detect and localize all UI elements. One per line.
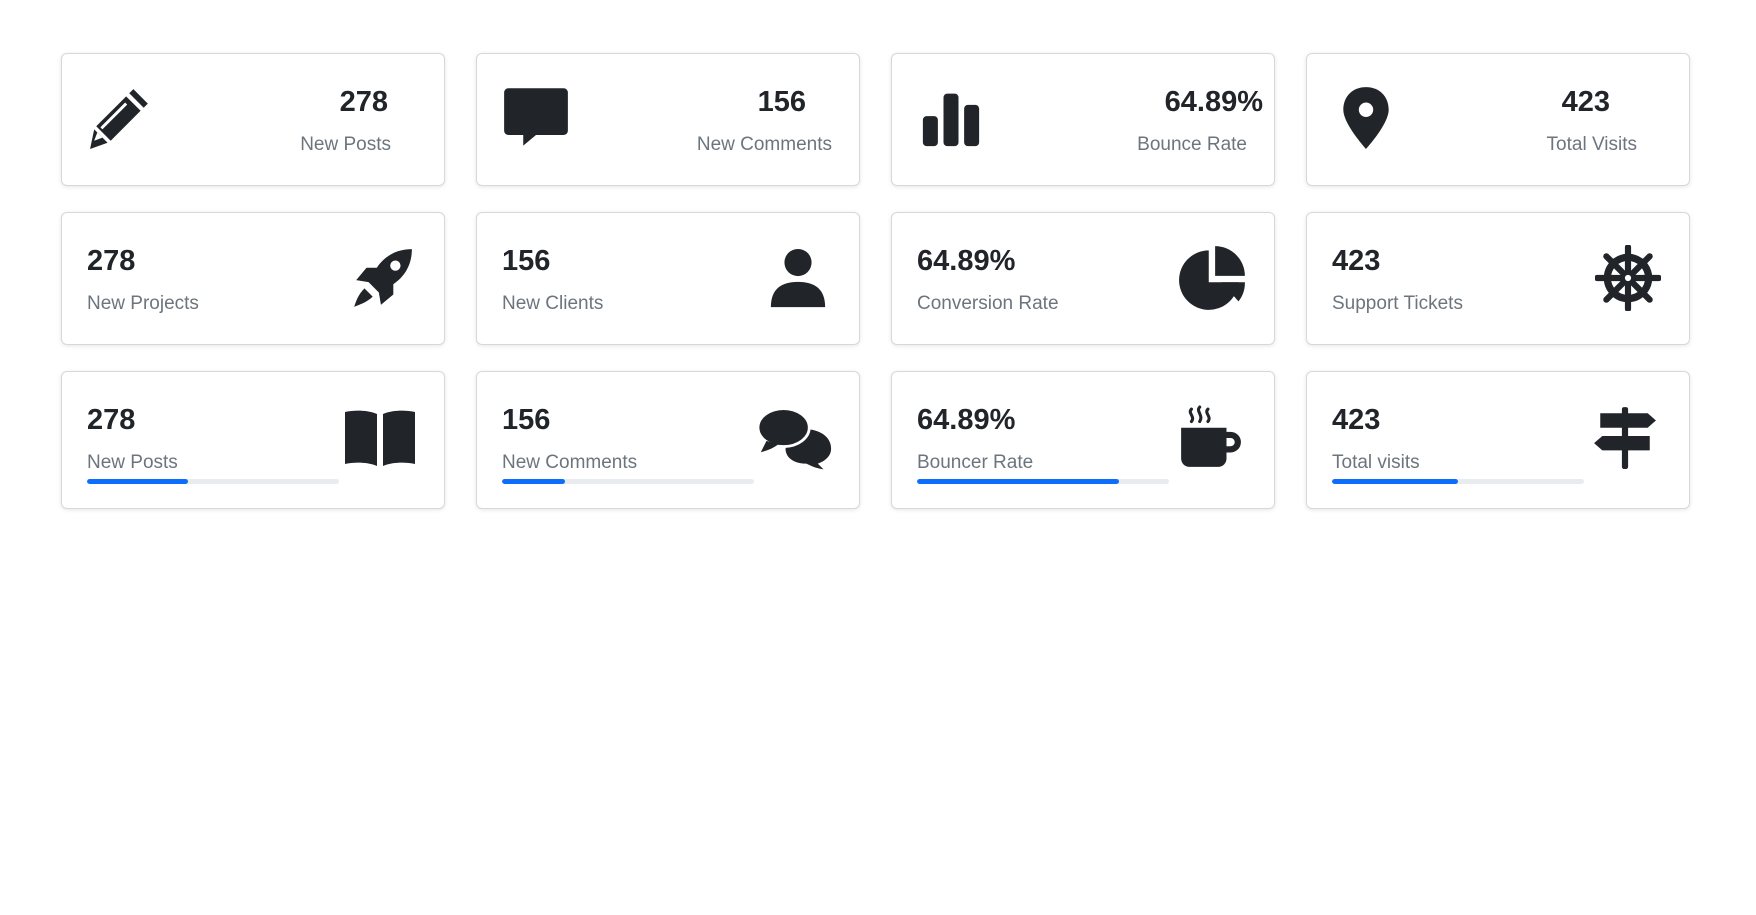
stat-value: 423 [1332, 245, 1381, 277]
stat-label: New Comments [502, 452, 638, 473]
stat-card-total-visits: 423 Total Visits [1306, 53, 1690, 186]
stat-card-bouncer-rate-progress: 64.89% Bouncer Rate [891, 371, 1275, 509]
stat-value: 156 [502, 245, 551, 277]
stats-row-2: 278 New Projects 156 New Clients 64.89% … [61, 212, 1690, 345]
stat-value: 156 [502, 404, 551, 436]
bar-chart-icon [917, 84, 985, 152]
stat-label: New Posts [87, 452, 178, 473]
comments-icon [757, 402, 833, 474]
user-icon [763, 243, 833, 313]
stat-label: Support Tickets [1332, 293, 1463, 314]
stat-label: New Comments [696, 134, 832, 155]
stat-card-new-projects: 278 New Projects [61, 212, 445, 345]
stat-label: Total Visits [1546, 134, 1637, 155]
stat-value: 64.89% [917, 404, 1016, 436]
coffee-icon [1172, 402, 1248, 474]
book-open-icon [342, 402, 418, 474]
stat-card-conversion-rate: 64.89% Conversion Rate [891, 212, 1275, 345]
stats-row-3: 278 New Posts 156 New Comments 64.89% Bo… [61, 371, 1690, 509]
stat-value: 423 [1561, 86, 1610, 118]
progress-fill [87, 479, 188, 484]
stat-value: 278 [87, 404, 136, 436]
progress-bar [87, 479, 339, 484]
progress-fill [1332, 479, 1458, 484]
stat-card-total-visits-progress: 423 Total visits [1306, 371, 1690, 509]
stat-label: Bouncer Rate [917, 452, 1034, 473]
stat-card-new-posts: 278 New Posts [61, 53, 445, 186]
ship-wheel-icon [1593, 243, 1663, 313]
progress-bar [1332, 479, 1584, 484]
stat-value: 278 [87, 245, 136, 277]
stat-card-new-comments: 156 New Comments [476, 53, 860, 186]
progress-fill [502, 479, 565, 484]
stat-label: Conversion Rate [917, 293, 1059, 314]
stat-label: New Clients [502, 293, 604, 314]
comment-icon [502, 84, 570, 152]
stat-card-new-clients: 156 New Clients [476, 212, 860, 345]
stat-label: Total visits [1332, 452, 1420, 473]
progress-bar [917, 479, 1169, 484]
stat-card-new-comments-progress: 156 New Comments [476, 371, 860, 509]
stats-row-1: 278 New Posts 156 New Comments 64.89% Bo… [61, 53, 1690, 186]
pencil-icon [87, 84, 155, 152]
pie-chart-icon [1178, 243, 1248, 313]
stat-card-bounce-rate: 64.89% Bounce Rate [891, 53, 1275, 186]
stat-value: 278 [339, 86, 388, 118]
stat-label: Bounce Rate [1137, 134, 1247, 155]
map-pin-icon [1332, 84, 1400, 152]
stat-card-new-posts-progress: 278 New Posts [61, 371, 445, 509]
stat-label: New Posts [300, 134, 391, 155]
rocket-icon [348, 243, 418, 313]
stat-card-support-tickets: 423 Support Tickets [1306, 212, 1690, 345]
stat-value: 423 [1332, 404, 1381, 436]
stat-value: 156 [757, 86, 806, 118]
stat-value: 64.89% [917, 245, 1016, 277]
stat-value: 64.89% [1164, 86, 1263, 118]
progress-bar [502, 479, 754, 484]
stat-label: New Projects [87, 293, 199, 314]
signpost-icon [1587, 402, 1663, 474]
progress-fill [917, 479, 1119, 484]
